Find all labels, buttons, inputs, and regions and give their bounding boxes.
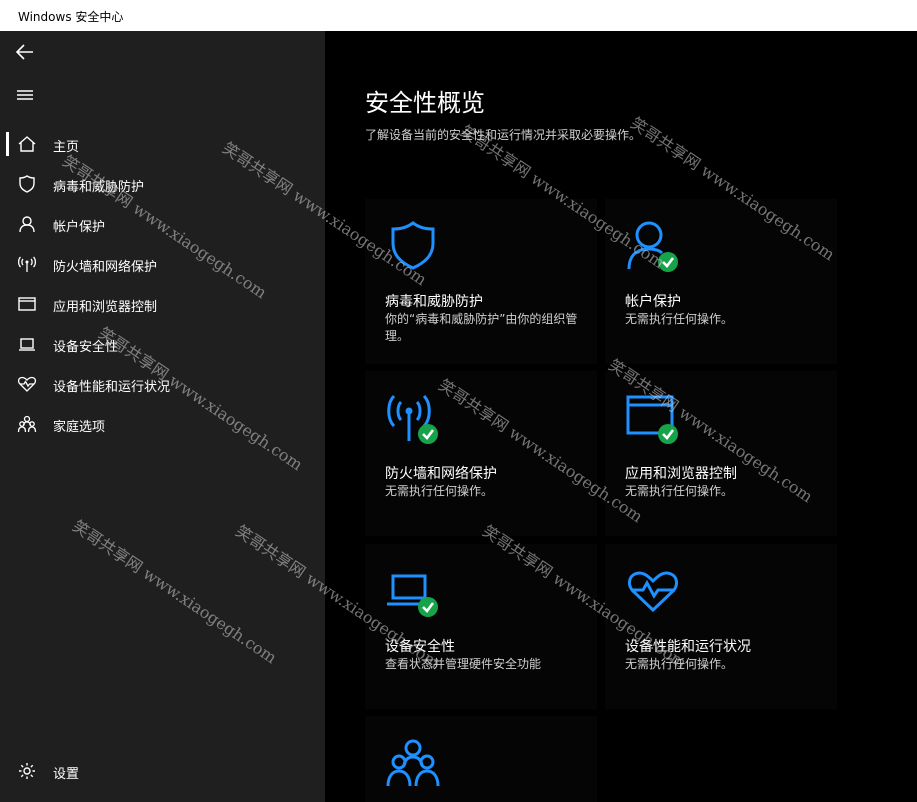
check-badge-icon	[658, 252, 678, 272]
sidebar-item-label: 帐户保护	[53, 220, 106, 235]
tile-description: 无需执行任何操作。	[625, 657, 734, 671]
tile-title: 病毒和威胁防护	[385, 294, 483, 310]
browser-window-icon	[18, 297, 36, 311]
tile-title: 防火墙和网络保护	[385, 466, 497, 482]
sidebar-item-label: 应用和浏览器控制	[53, 300, 158, 315]
sidebar-item-virus[interactable]: 病毒和威胁防护	[0, 166, 325, 202]
tile-title: 帐户保护	[625, 294, 681, 310]
main-content: 安全性概览 了解设备当前的安全性和运行情况并采取必要操作。 病毒和威胁防护 你的…	[325, 31, 917, 802]
title-bar: Windows 安全中心	[0, 0, 917, 31]
window-title: Windows 安全中心	[18, 10, 124, 24]
browser-window-icon	[626, 395, 678, 444]
page-subtitle: 了解设备当前的安全性和运行情况并采取必要操作。	[365, 128, 642, 142]
tile-app-browser-control[interactable]: 应用和浏览器控制 无需执行任何操作。	[605, 371, 837, 536]
sidebar-item-device-security[interactable]: 设备安全性	[0, 326, 325, 362]
tile-description: 查看状态并管理硬件安全功能	[385, 657, 542, 671]
tile-firewall[interactable]: 防火墙和网络保护 无需执行任何操作。	[365, 371, 597, 536]
sidebar-item-home[interactable]: 主页	[0, 126, 325, 162]
check-badge-icon	[418, 597, 438, 617]
sidebar: 主页 病毒和威胁防护 帐户保护 防火墙和网络保护 应用和浏览器控制 设备安全性 …	[0, 31, 325, 802]
tile-title: 应用和浏览器控制	[625, 466, 737, 482]
laptop-icon	[387, 574, 438, 617]
sidebar-item-account[interactable]: 帐户保护	[0, 206, 325, 242]
tile-description: 无需执行任何操作。	[385, 484, 494, 498]
back-arrow-icon[interactable]	[14, 41, 36, 63]
sidebar-item-app-browser[interactable]: 应用和浏览器控制	[0, 286, 325, 322]
family-icon	[17, 415, 37, 433]
gear-icon	[19, 763, 35, 779]
antenna-icon	[17, 256, 37, 272]
sidebar-item-label: 设备性能和运行状况	[53, 380, 171, 395]
shield-icon	[391, 221, 435, 270]
sidebar-item-family[interactable]: 家庭选项	[0, 406, 325, 442]
tile-title: 设备性能和运行状况	[625, 639, 751, 655]
laptop-icon	[19, 338, 35, 351]
page-title: 安全性概览	[365, 89, 485, 117]
tile-device-security[interactable]: 设备安全性 查看状态并管理硬件安全功能	[365, 544, 597, 709]
tile-description: 你的“病毒和威胁防护”由你的组织管理。	[385, 312, 578, 343]
heart-pulse-icon	[628, 571, 678, 613]
shield-icon	[19, 175, 35, 193]
tile-virus-protection[interactable]: 病毒和威胁防护 你的“病毒和威胁防护”由你的组织管理。	[365, 199, 597, 364]
tile-title: 设备安全性	[385, 639, 455, 655]
tile-description: 无需执行任何操作。	[625, 484, 734, 498]
person-icon	[19, 216, 35, 233]
tile-family-options[interactable]	[365, 716, 597, 802]
tile-device-performance[interactable]: 设备性能和运行状况 无需执行任何操作。	[605, 544, 837, 709]
sidebar-item-label: 病毒和威胁防护	[53, 180, 145, 195]
tile-description: 无需执行任何操作。	[625, 312, 734, 326]
tile-account-protection[interactable]: 帐户保护 无需执行任何操作。	[605, 199, 837, 364]
sidebar-item-label: 主页	[53, 140, 80, 155]
sidebar-item-firewall[interactable]: 防火墙和网络保护	[0, 246, 325, 282]
hamburger-menu-icon[interactable]	[14, 84, 36, 106]
sidebar-item-label: 防火墙和网络保护	[53, 260, 158, 275]
heart-pulse-icon	[17, 376, 37, 392]
settings-label: 设置	[53, 767, 80, 782]
check-badge-icon	[658, 424, 678, 444]
person-icon	[627, 221, 678, 272]
antenna-icon	[387, 394, 438, 444]
home-icon	[18, 136, 36, 152]
sidebar-item-performance[interactable]: 设备性能和运行状况	[0, 366, 325, 402]
sidebar-item-label: 家庭选项	[53, 420, 106, 435]
sidebar-item-settings[interactable]: 设置	[0, 753, 325, 789]
check-badge-icon	[418, 424, 438, 444]
family-icon	[386, 739, 440, 787]
sidebar-item-label: 设备安全性	[53, 340, 119, 355]
